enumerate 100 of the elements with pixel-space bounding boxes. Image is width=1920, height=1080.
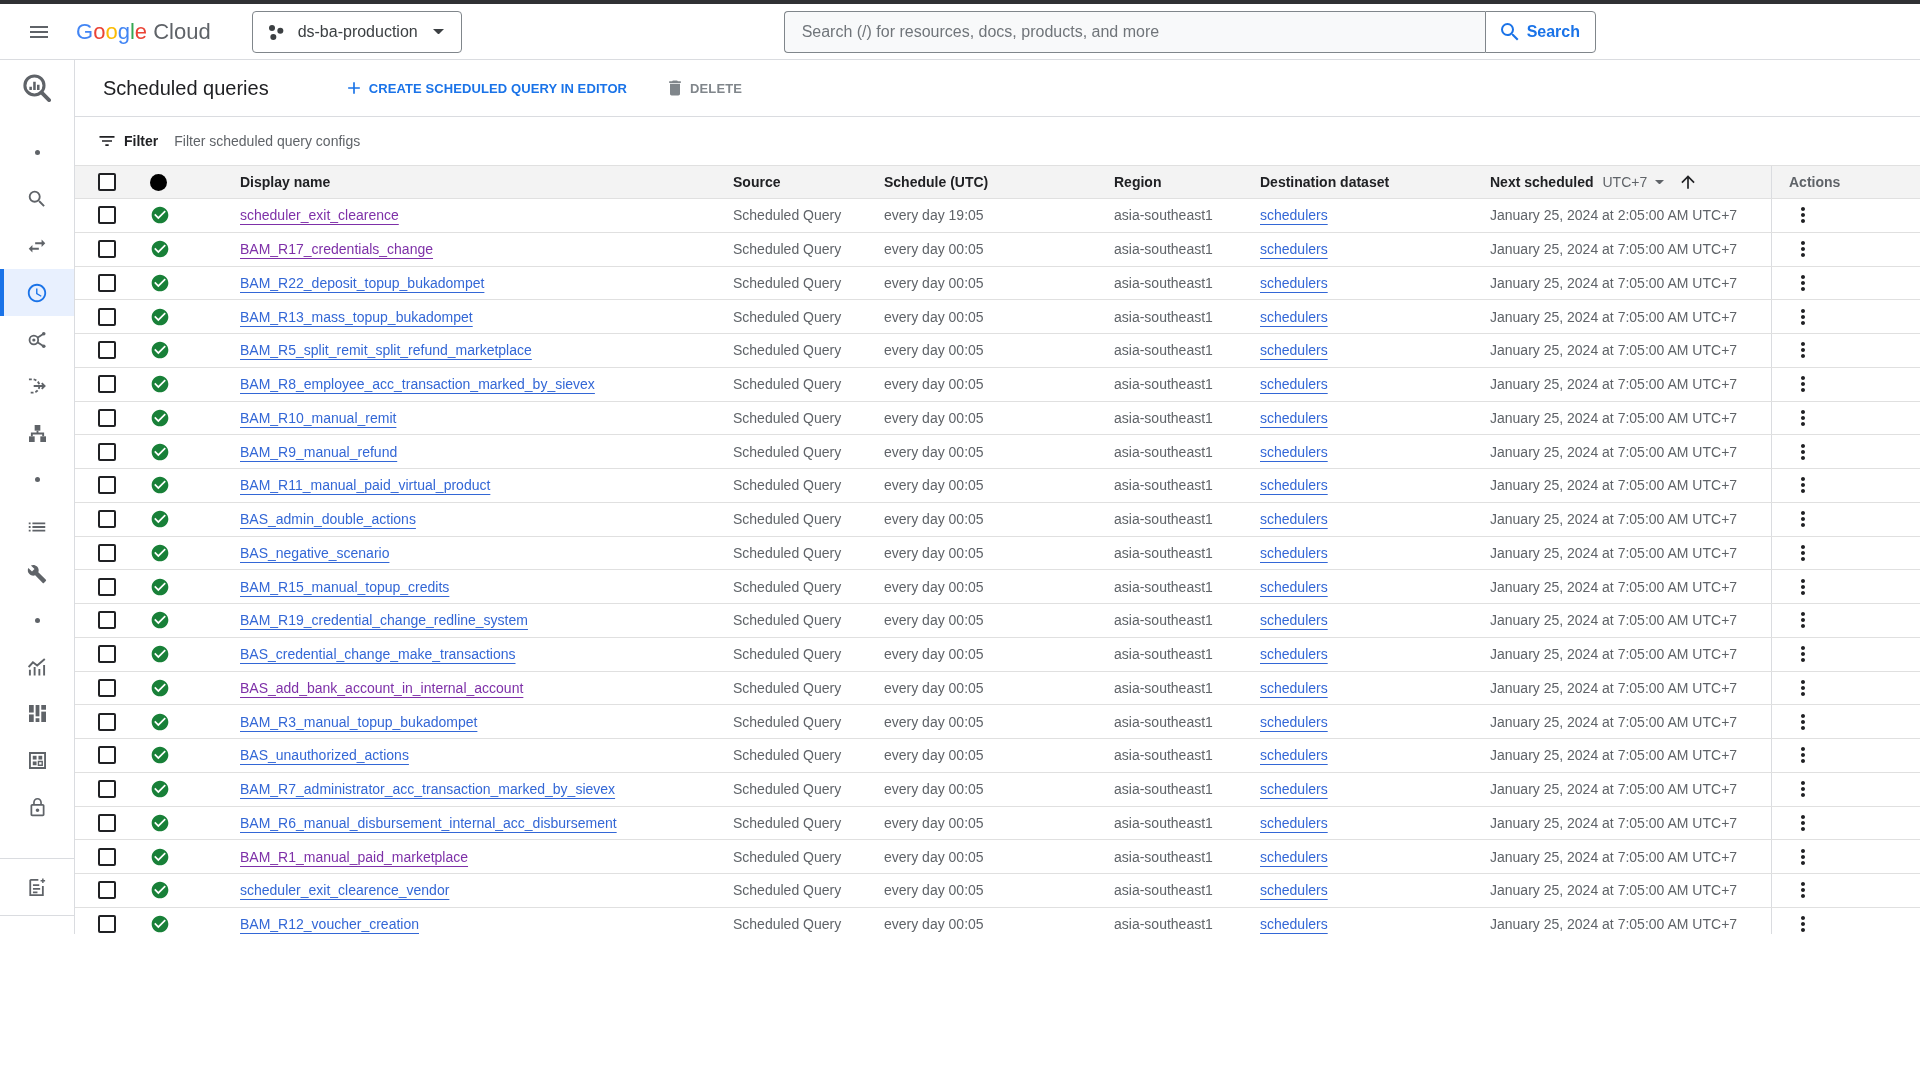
checkbox[interactable]	[98, 206, 116, 225]
checkbox[interactable]	[98, 780, 116, 799]
dataset-link[interactable]: schedulers	[1260, 376, 1328, 393]
dataset-link[interactable]: schedulers	[1260, 781, 1328, 798]
table-cell: asia-southeast1	[1114, 443, 1213, 460]
checkbox[interactable]	[98, 543, 116, 562]
logo-text[interactable]: Google Cloud	[76, 20, 211, 43]
checkbox[interactable]	[98, 510, 116, 529]
checkbox[interactable]	[98, 240, 116, 259]
table-cell: every day 00:05	[884, 376, 984, 393]
checkbox[interactable]	[98, 173, 116, 191]
query-name-link[interactable]: BAS_admin_double_actions	[240, 511, 416, 528]
table-cell: every day 00:05	[884, 544, 984, 561]
query-name-link[interactable]: BAM_R11_manual_paid_virtual_product	[240, 477, 491, 494]
dataset-link[interactable]: schedulers	[1260, 612, 1328, 629]
table-cell: January 25, 2024 at 7:05:00 AM UTC+7	[1490, 612, 1738, 629]
table-cell: January 25, 2024 at 7:05:00 AM UTC+7	[1490, 848, 1738, 865]
table-cell: Scheduled Query	[733, 781, 842, 798]
dataset-link[interactable]: schedulers	[1260, 679, 1328, 696]
dataset-link[interactable]: schedulers	[1260, 477, 1328, 494]
table-cell: every day 00:05	[884, 308, 984, 325]
checkbox[interactable]	[98, 442, 116, 461]
query-name-link[interactable]: BAM_R17_credentials_change	[240, 241, 433, 258]
column-header: Region	[1114, 174, 1162, 190]
magnifier-chart-icon[interactable]	[23, 74, 51, 102]
checkbox[interactable]	[98, 847, 116, 866]
rail-item[interactable]	[0, 269, 74, 317]
query-name-link[interactable]: BAM_R19_credential_change_redline_system	[240, 612, 528, 629]
dataset-link[interactable]: schedulers	[1260, 578, 1328, 595]
query-name-link[interactable]: BAM_R8_employee_acc_transaction_marked_by_sievex	[240, 376, 595, 393]
dataset-link[interactable]: schedulers	[1260, 882, 1328, 899]
table-cell: Scheduled Query	[733, 241, 842, 258]
query-name-link[interactable]: BAM_R12_voucher_creation	[240, 916, 419, 933]
table-cell: every day 00:05	[884, 409, 984, 426]
query-name-link[interactable]: BAS_credential_change_make_transactions	[240, 646, 516, 663]
timezone-dropdown[interactable]: UTC+7	[1602, 174, 1665, 190]
filter-field[interactable]: Filter scheduled query configs	[174, 126, 1075, 156]
dataset-link[interactable]: schedulers	[1260, 814, 1328, 831]
query-name-link[interactable]: BAM_R15_manual_topup_credits	[240, 578, 450, 595]
query-name-link[interactable]: BAM_R5_split_remit_split_refund_marketplace	[240, 342, 532, 359]
table-cell: every day 00:05	[884, 679, 984, 696]
table-cell: January 25, 2024 at 7:05:00 AM UTC+7	[1490, 376, 1738, 393]
table-cell: January 25, 2024 at 7:05:00 AM UTC+7	[1490, 308, 1738, 325]
dataset-link[interactable]: schedulers	[1260, 916, 1328, 933]
create-button[interactable]: CREATE SCHEDULED QUERY IN EDITOR	[335, 70, 636, 106]
table-cell: asia-southeast1	[1114, 544, 1213, 561]
query-name-link[interactable]: BAS_negative_scenario	[240, 544, 390, 561]
dataset-link[interactable]: schedulers	[1260, 511, 1328, 528]
table-cell: every day 00:05	[884, 713, 984, 730]
checkbox[interactable]	[98, 645, 116, 664]
query-name-link[interactable]: BAM_R13_mass_topup_bukadompet	[240, 308, 473, 325]
checkbox[interactable]	[98, 476, 116, 495]
table-cell: January 25, 2024 at 7:05:00 AM UTC+7	[1490, 511, 1738, 528]
checkbox[interactable]	[98, 577, 116, 596]
column-header: Display name	[240, 174, 331, 190]
dataset-link[interactable]: schedulers	[1260, 241, 1328, 258]
query-name-link[interactable]: BAM_R7_administrator_acc_transaction_marked_by_sievex	[240, 781, 616, 798]
checkbox[interactable]	[98, 746, 116, 765]
query-name-link[interactable]: BAM_R6_manual_disbursement_internal_acc_disbursement	[240, 814, 617, 831]
search-button[interactable]: Search	[1484, 10, 1596, 53]
query-name-link[interactable]: BAM_R9_manual_refund	[240, 443, 398, 460]
checkbox[interactable]	[98, 611, 116, 630]
checkbox[interactable]	[98, 813, 116, 832]
dataset-link[interactable]: schedulers	[1260, 342, 1328, 359]
table-cell: every day 00:05	[884, 342, 984, 359]
dataset-link[interactable]: schedulers	[1260, 646, 1328, 663]
query-name-link[interactable]: BAM_R10_manual_remit	[240, 409, 397, 426]
dataset-link[interactable]: schedulers	[1260, 544, 1328, 561]
checkbox[interactable]	[98, 881, 116, 900]
table-cell: January 25, 2024 at 7:05:00 AM UTC+7	[1490, 477, 1738, 494]
table-cell: Scheduled Query	[733, 207, 842, 224]
query-name-link[interactable]: scheduler_exit_clearence_vendor	[240, 882, 450, 899]
table-cell: Scheduled Query	[733, 477, 842, 494]
project-picker[interactable]: ds-ba-production	[251, 10, 462, 53]
dataset-link[interactable]: schedulers	[1260, 848, 1328, 865]
hierarchy-icon	[28, 424, 46, 442]
dataset-link[interactable]: schedulers	[1260, 443, 1328, 460]
query-name-link[interactable]: BAS_add_bank_account_in_internal_account	[240, 679, 524, 696]
checkbox[interactable]	[98, 712, 116, 731]
dataset-link[interactable]: schedulers	[1260, 713, 1328, 730]
query-name-link[interactable]: BAM_R1_manual_paid_marketplace	[240, 848, 469, 865]
query-name-link[interactable]: BAS_unauthorized_actions	[240, 747, 409, 764]
checkbox[interactable]	[98, 375, 116, 394]
clock-icon	[26, 281, 48, 304]
dataset-link[interactable]: schedulers	[1260, 308, 1328, 325]
dataset-link[interactable]: schedulers	[1260, 409, 1328, 426]
checkbox[interactable]	[98, 915, 116, 934]
query-name-link[interactable]: scheduler_exit_clearence	[240, 207, 399, 224]
query-name-link[interactable]: BAM_R22_deposit_topup_bukadompet	[240, 274, 485, 291]
checkbox[interactable]	[98, 307, 116, 326]
checkbox[interactable]	[98, 678, 116, 697]
dataset-link[interactable]: schedulers	[1260, 274, 1328, 291]
checkbox[interactable]	[98, 341, 116, 360]
dataset-link[interactable]: schedulers	[1260, 207, 1328, 224]
checkbox[interactable]	[98, 273, 116, 292]
search-field[interactable]: Search (/) for resources, docs, products, and more	[783, 10, 1485, 53]
checkbox[interactable]	[98, 408, 116, 427]
dataset-link[interactable]: schedulers	[1260, 747, 1328, 764]
table-cell: January 25, 2024 at 7:05:00 AM UTC+7	[1490, 274, 1738, 291]
query-name-link[interactable]: BAM_R3_manual_topup_bukadompet	[240, 713, 478, 730]
